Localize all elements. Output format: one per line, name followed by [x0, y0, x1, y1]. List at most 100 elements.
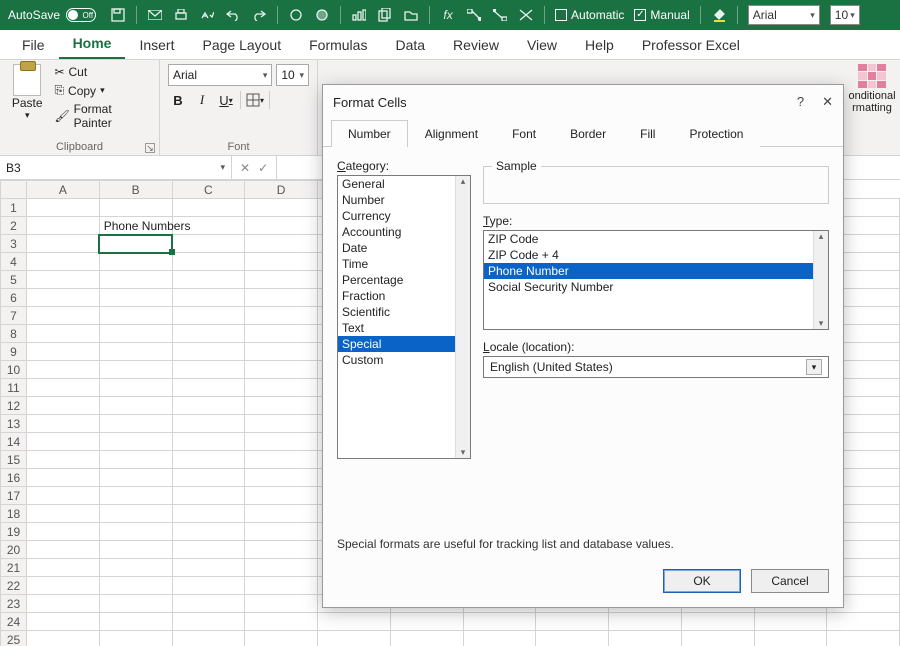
- tab-insert[interactable]: Insert: [125, 31, 188, 59]
- list-item[interactable]: Social Security Number: [484, 279, 828, 295]
- row-header[interactable]: 14: [1, 433, 27, 451]
- ok-button[interactable]: OK: [663, 569, 741, 593]
- scroll-down-icon[interactable]: ▾: [461, 447, 466, 458]
- cell[interactable]: [245, 433, 318, 451]
- list-item[interactable]: Special: [338, 336, 470, 352]
- tab-formulas[interactable]: Formulas: [295, 31, 381, 59]
- cell[interactable]: [27, 217, 100, 235]
- cell[interactable]: [99, 541, 172, 559]
- trace-precedents-icon[interactable]: [466, 7, 482, 23]
- list-item[interactable]: Text: [338, 320, 470, 336]
- cell[interactable]: [245, 325, 318, 343]
- row-header[interactable]: 1: [1, 199, 27, 217]
- dialog-launcher-icon[interactable]: ↘: [145, 143, 155, 153]
- row-header[interactable]: 25: [1, 631, 27, 646]
- remove-arrows-icon[interactable]: [518, 7, 534, 23]
- tab-home[interactable]: Home: [59, 29, 126, 59]
- tab-review[interactable]: Review: [439, 31, 513, 59]
- row-header[interactable]: 7: [1, 307, 27, 325]
- cell[interactable]: [245, 631, 318, 646]
- cell[interactable]: [390, 631, 463, 646]
- category-listbox[interactable]: GeneralNumberCurrencyAccountingDateTimeP…: [337, 175, 471, 459]
- list-item[interactable]: ZIP Code: [484, 231, 828, 247]
- scrollbar[interactable]: ▴▾: [813, 231, 828, 329]
- cell[interactable]: [172, 379, 245, 397]
- dialog-tab-alignment[interactable]: Alignment: [408, 120, 495, 147]
- cell[interactable]: [245, 199, 318, 217]
- cell[interactable]: [754, 613, 827, 631]
- cell[interactable]: [172, 199, 245, 217]
- row-header[interactable]: 11: [1, 379, 27, 397]
- close-icon[interactable]: ✕: [822, 94, 833, 110]
- cell[interactable]: [27, 631, 100, 646]
- cell[interactable]: [172, 289, 245, 307]
- scroll-down-icon[interactable]: ▾: [819, 318, 824, 329]
- cell[interactable]: [245, 487, 318, 505]
- tab-file[interactable]: File: [8, 31, 59, 59]
- tab-professor-excel[interactable]: Professor Excel: [628, 31, 754, 59]
- cell[interactable]: [609, 613, 682, 631]
- cell[interactable]: [27, 613, 100, 631]
- locale-select[interactable]: English (United States) ▾: [483, 356, 829, 378]
- cell[interactable]: [172, 505, 245, 523]
- cell[interactable]: [754, 631, 827, 646]
- cut-button[interactable]: ✂Cut: [52, 64, 151, 80]
- cell[interactable]: [27, 307, 100, 325]
- tab-page-layout[interactable]: Page Layout: [188, 31, 295, 59]
- cell[interactable]: [172, 559, 245, 577]
- cell[interactable]: [172, 469, 245, 487]
- dialog-tab-protection[interactable]: Protection: [672, 120, 760, 147]
- cell[interactable]: [245, 379, 318, 397]
- chart-icon[interactable]: [351, 7, 367, 23]
- cell[interactable]: [172, 325, 245, 343]
- cell[interactable]: [99, 613, 172, 631]
- circle-fill-icon[interactable]: [314, 7, 330, 23]
- cell[interactable]: [245, 361, 318, 379]
- undo-icon[interactable]: [225, 7, 241, 23]
- cell[interactable]: [27, 325, 100, 343]
- list-item[interactable]: Scientific: [338, 304, 470, 320]
- cell[interactable]: [172, 361, 245, 379]
- cell[interactable]: [318, 631, 391, 646]
- cell[interactable]: [27, 469, 100, 487]
- cell[interactable]: Phone Numbers: [99, 217, 172, 235]
- cell[interactable]: [463, 613, 536, 631]
- cell[interactable]: [99, 271, 172, 289]
- cancel-formula-icon[interactable]: ✕: [240, 161, 250, 175]
- cell[interactable]: [245, 595, 318, 613]
- list-item[interactable]: Time: [338, 256, 470, 272]
- cell[interactable]: [172, 397, 245, 415]
- name-box[interactable]: B3▾: [0, 156, 232, 179]
- row-header[interactable]: 2: [1, 217, 27, 235]
- help-icon[interactable]: ?: [797, 94, 804, 110]
- cell[interactable]: [27, 541, 100, 559]
- row-header[interactable]: 10: [1, 361, 27, 379]
- row-header[interactable]: 24: [1, 613, 27, 631]
- cell[interactable]: [27, 397, 100, 415]
- cell[interactable]: [245, 253, 318, 271]
- chevron-down-icon[interactable]: ▾: [8, 110, 46, 121]
- cell[interactable]: [245, 289, 318, 307]
- cell[interactable]: [27, 415, 100, 433]
- list-item[interactable]: Fraction: [338, 288, 470, 304]
- row-header[interactable]: 19: [1, 523, 27, 541]
- cell[interactable]: [27, 361, 100, 379]
- spellcheck-icon[interactable]: [199, 7, 215, 23]
- fill-color-icon[interactable]: [711, 7, 727, 23]
- list-item[interactable]: Date: [338, 240, 470, 256]
- scrollbar[interactable]: ▴▾: [455, 176, 470, 458]
- cell[interactable]: [172, 307, 245, 325]
- open-icon[interactable]: [403, 7, 419, 23]
- enter-formula-icon[interactable]: ✓: [258, 161, 268, 175]
- autosave-toggle[interactable]: Off: [66, 8, 96, 22]
- cell[interactable]: [463, 631, 536, 646]
- cell[interactable]: [172, 433, 245, 451]
- list-item[interactable]: General: [338, 176, 470, 192]
- row-header[interactable]: 9: [1, 343, 27, 361]
- font-size-combo[interactable]: 10▾: [276, 64, 309, 86]
- list-item[interactable]: Percentage: [338, 272, 470, 288]
- bold-button[interactable]: B: [168, 90, 188, 110]
- col-header[interactable]: D: [245, 181, 318, 199]
- cell[interactable]: [27, 379, 100, 397]
- cell[interactable]: [172, 541, 245, 559]
